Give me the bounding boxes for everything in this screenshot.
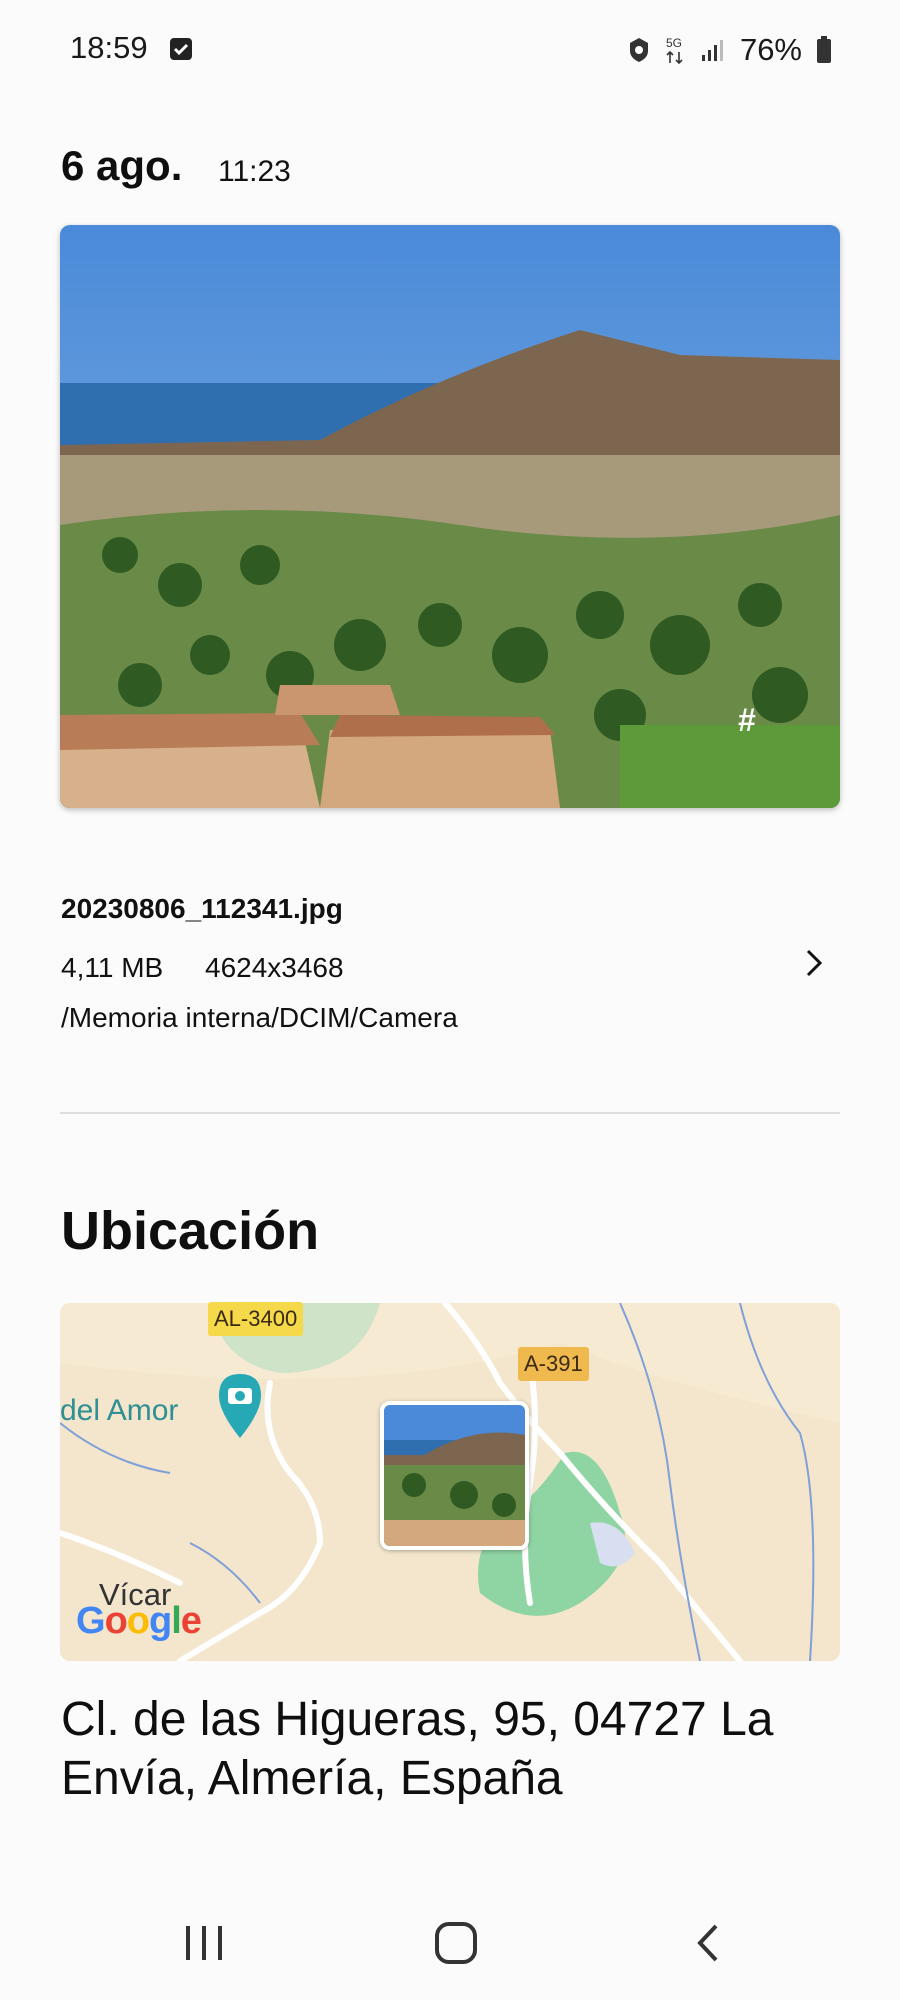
recents-icon[interactable]: [182, 1920, 226, 1970]
divider: [60, 1112, 840, 1114]
map-photo-marker[interactable]: [380, 1401, 529, 1550]
road-label-al3400: AL-3400: [208, 1302, 304, 1336]
file-name: 20230806_112341.jpg: [61, 893, 343, 924]
status-icons: 5G 76%: [628, 28, 832, 72]
svg-text:5G: 5G: [666, 36, 682, 50]
chevron-right-icon[interactable]: [800, 943, 830, 983]
photo-preview[interactable]: [60, 225, 840, 808]
notification-check-icon: [170, 38, 192, 60]
back-icon[interactable]: [690, 1920, 724, 1970]
address: Cl. de las Higueras, 95, 04727 La Envía,…: [61, 1693, 774, 1805]
photo-date: 6 ago.: [61, 142, 183, 189]
network-5g-icon: 5G: [666, 36, 683, 65]
battery-percentage: 76%: [739, 32, 802, 67]
home-icon[interactable]: [433, 1920, 479, 1970]
file-path: /Memoria interna/DCIM/Camera: [61, 1002, 458, 1033]
security-icon: [629, 38, 648, 62]
tag-hash-icon[interactable]: #: [738, 702, 756, 739]
file-size: 4,11 MB: [61, 952, 164, 983]
file-resolution: 4624x3468: [205, 952, 344, 983]
photo-time: 11:23: [218, 155, 291, 188]
road-label-a391: A-391: [518, 1347, 589, 1381]
signal-icon: [701, 40, 723, 61]
status-time: 18:59: [70, 30, 148, 65]
battery-icon: [817, 36, 831, 63]
location-title: Ubicación: [61, 1201, 320, 1261]
camera-pin-icon[interactable]: [215, 1372, 265, 1440]
google-logo: Google: [76, 1600, 202, 1642]
poi-label: del Amor: [60, 1394, 179, 1427]
